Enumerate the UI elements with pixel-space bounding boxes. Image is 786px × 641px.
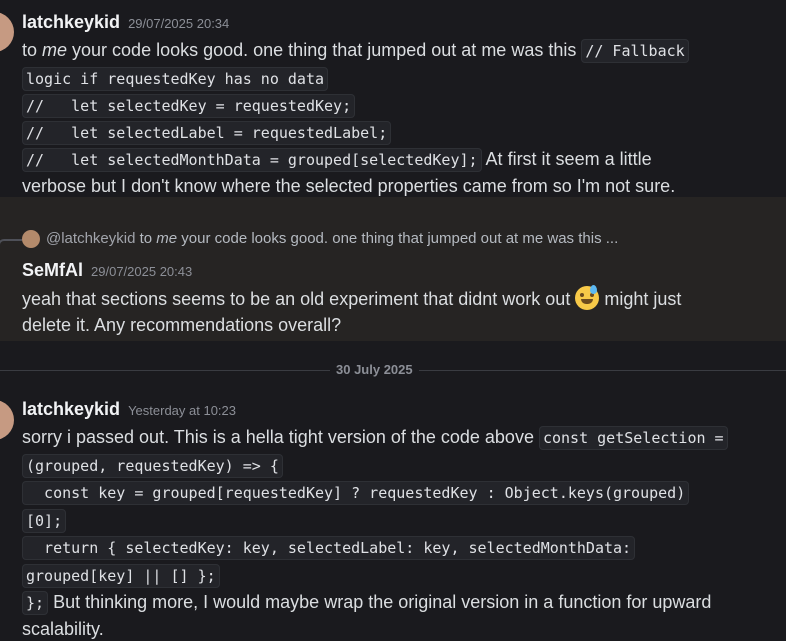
reply-preview[interactable]: @latchkeykid to me your code looks good.… [0,227,786,253]
message-line: delete it. Any recommendations overall? [22,315,342,335]
author-name[interactable]: latchkeykid [22,12,120,32]
inline-code: // let selectedLabel = requestedLabel; [22,121,392,145]
inline-code: }; [22,591,49,615]
inline-code: (grouped, requestedKey) => { [22,454,283,478]
timestamp[interactable]: 29/07/2025 20:43 [91,264,192,279]
inline-code: const key = grouped[requestedKey] ? requ… [22,481,690,505]
message-line: yeah that sections seems to be an old ex… [22,285,681,310]
message-line: sorry i passed out. This is a hella tigh… [22,426,728,450]
inline-code: // let selectedKey = requestedKey; [22,94,356,118]
inline-code: [0]; [22,509,67,533]
date-divider-label: 30 July 2025 [330,362,419,377]
message-line: scalability. [22,619,104,639]
message-line: to me your code looks good. one thing th… [22,39,689,63]
inline-code: logic if requestedKey has no data [22,67,329,91]
reply-author[interactable]: @latchkeykid [46,230,135,247]
inline-code: return { selectedKey: key, selectedLabel… [22,536,636,560]
message-line: verbose but I don't know where the selec… [22,176,676,196]
avatar[interactable] [0,400,14,440]
sweat-smile-emoji [575,285,600,310]
timestamp[interactable]: Yesterday at 10:23 [128,403,236,418]
inline-code: const getSelection = [538,426,728,450]
reply-avatar[interactable] [22,230,40,248]
inline-code: grouped[key] || [] }; [22,564,220,588]
avatar[interactable] [0,12,14,52]
author-name[interactable]: SeMfAl [22,260,83,280]
reply-spine [0,239,22,251]
inline-code: // Fallback [581,39,689,63]
inline-code: // let selectedMonthData = grouped[selec… [22,148,482,172]
timestamp[interactable]: 29/07/2025 20:34 [128,16,229,31]
author-name[interactable]: latchkeykid [22,399,120,419]
